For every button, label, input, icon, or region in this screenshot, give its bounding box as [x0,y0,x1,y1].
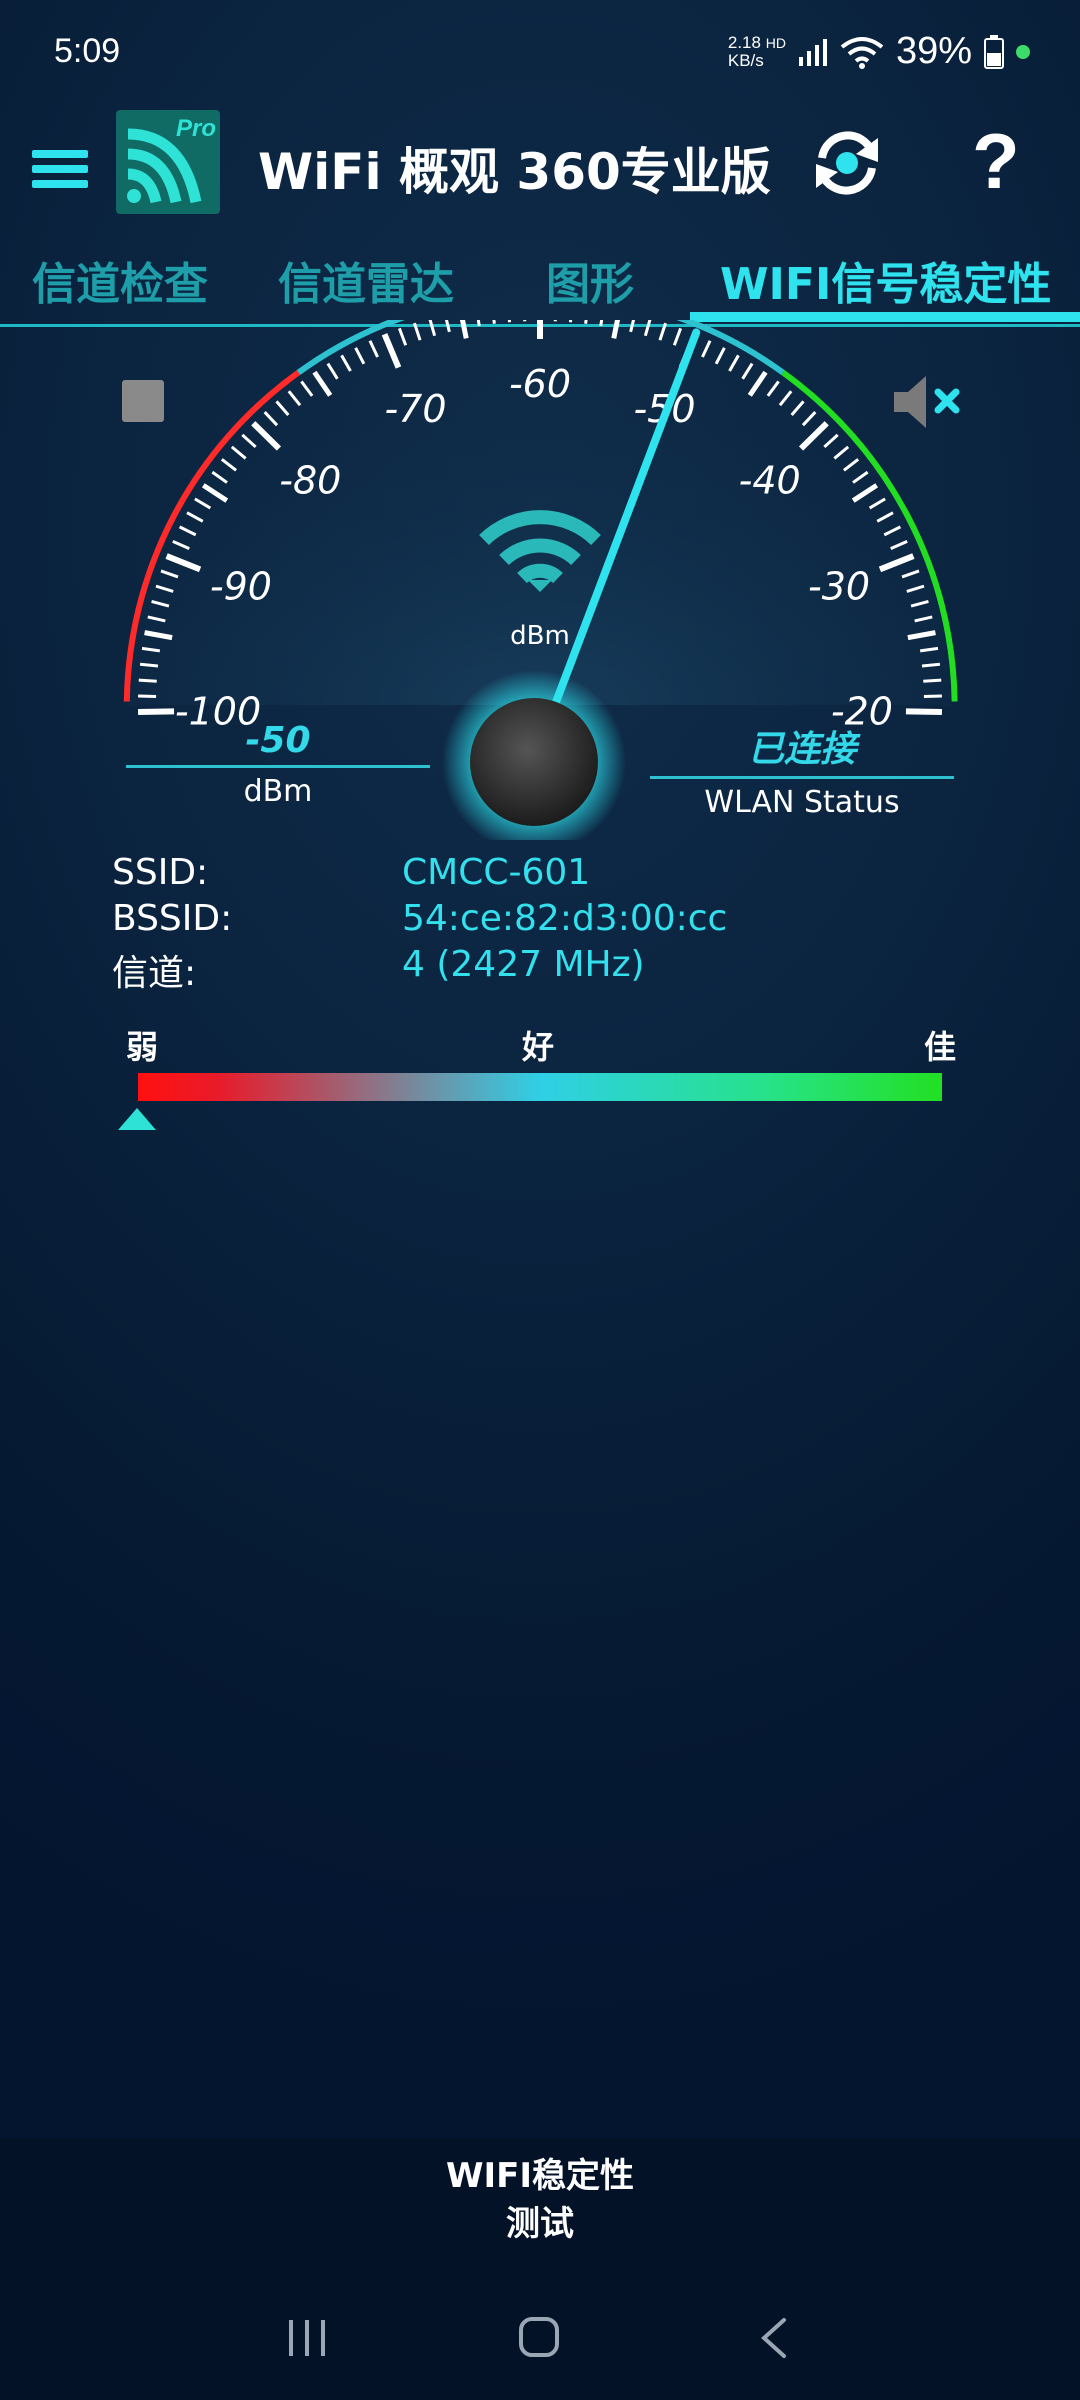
ssid-value: CMCC-601 [402,852,591,893]
gauge-tick-label: -90 [210,565,272,609]
back-icon[interactable] [758,2316,788,2360]
cell-signal-icon [798,38,827,66]
tab-wifi-stability[interactable]: WIFI信号稳定性 [720,248,1051,312]
signal-quality-marker [118,1108,156,1130]
status-time: 5:09 [54,32,121,70]
wlan-status-label: WLAN Status [704,785,900,820]
status-icons: 2.18 HD KB/s 39% [728,30,1030,73]
signal-readout: -50 dBm [126,720,430,809]
wlan-status-value: 已连接 [747,729,856,770]
scale-best-label: 佳 [923,1028,956,1066]
wlan-status-divider [650,776,954,779]
app-bar: Pro WiFi 概观 360专业版 ? [0,110,1080,250]
scale-good-label: 好 [522,1028,555,1066]
gauge-tick-label: -40 [739,458,801,502]
notification-dot-icon [1016,44,1030,59]
gauge-tick-label: -60 [509,362,571,406]
gauge-knob [470,698,598,826]
gauge-tick-label: -30 [808,565,870,609]
gauge-tick [138,708,175,716]
gauge-tick [923,678,942,683]
status-bar: 5:09 2.18 HD KB/s 39% [0,0,1080,110]
battery-icon [984,34,1004,69]
signal-divider [126,765,430,768]
channel-label: 信道: [112,953,197,994]
scale-weak-label: 弱 [126,1028,159,1066]
tab-graph[interactable]: 图形 [546,248,634,312]
net-speed-value: 2.18 [727,32,761,52]
gauge-tick [553,320,557,322]
sound-muted-icon[interactable] [890,372,970,432]
gauge-tick [138,678,157,683]
stability-test-line2: 测试 [506,2204,574,2244]
stability-test-button[interactable]: WIFI稳定性 测试 [390,2152,690,2248]
gauge-center-unit: dBm [510,621,570,651]
gauge-tick [905,708,942,716]
tab-channel-radar[interactable]: 信道雷达 [278,248,454,312]
home-icon[interactable] [518,2316,560,2358]
bottom-panel: WIFI稳定性 测试 [0,2138,1080,2400]
wlan-status-readout: 已连接 WLAN Status [650,720,954,820]
recents-icon[interactable] [285,2318,329,2358]
gauge-tick [507,320,512,323]
signal-value: -50 [245,720,311,761]
stability-test-line1: WIFI稳定性 [445,2156,635,2196]
ssid-label: SSID: [112,852,209,893]
network-type: HD [765,34,786,51]
net-speed: 2.18 HD KB/s [727,32,786,70]
bssid-value: 54:ce:82:d3:00:cc [402,898,728,939]
quality-scale-labels: 弱 好 佳 [126,1022,956,1066]
battery-percent: 39% [895,30,972,72]
bssid-label: BSSID: [112,898,233,939]
channel-value: 4 (2427 MHz) [402,944,645,985]
refresh-icon[interactable] [808,124,886,202]
app-logo-icon: Pro [116,110,220,214]
help-icon[interactable]: ? [972,116,1020,207]
stop-button[interactable] [122,380,164,422]
gauge-tick-label: -70 [384,387,446,431]
gauge-tick [523,320,527,322]
app-logo-badge: Pro [176,115,216,142]
menu-icon[interactable] [30,138,92,200]
tab-channel-check[interactable]: 信道检查 [32,248,208,312]
tab-bar: 信道检查 信道雷达 图形 WIFI信号稳定性 [0,240,1080,327]
wifi-status-icon [840,36,884,69]
gauge-tick-label: -80 [279,458,341,502]
app-title: WiFi 概观 360专业版 [258,143,771,201]
net-speed-unit: KB/s [727,50,764,70]
gauge-tick [921,662,941,668]
signal-unit: dBm [243,774,313,809]
gauge-tick [568,320,573,323]
gauge-tick [139,662,159,668]
signal-quality-bar [138,1073,942,1101]
